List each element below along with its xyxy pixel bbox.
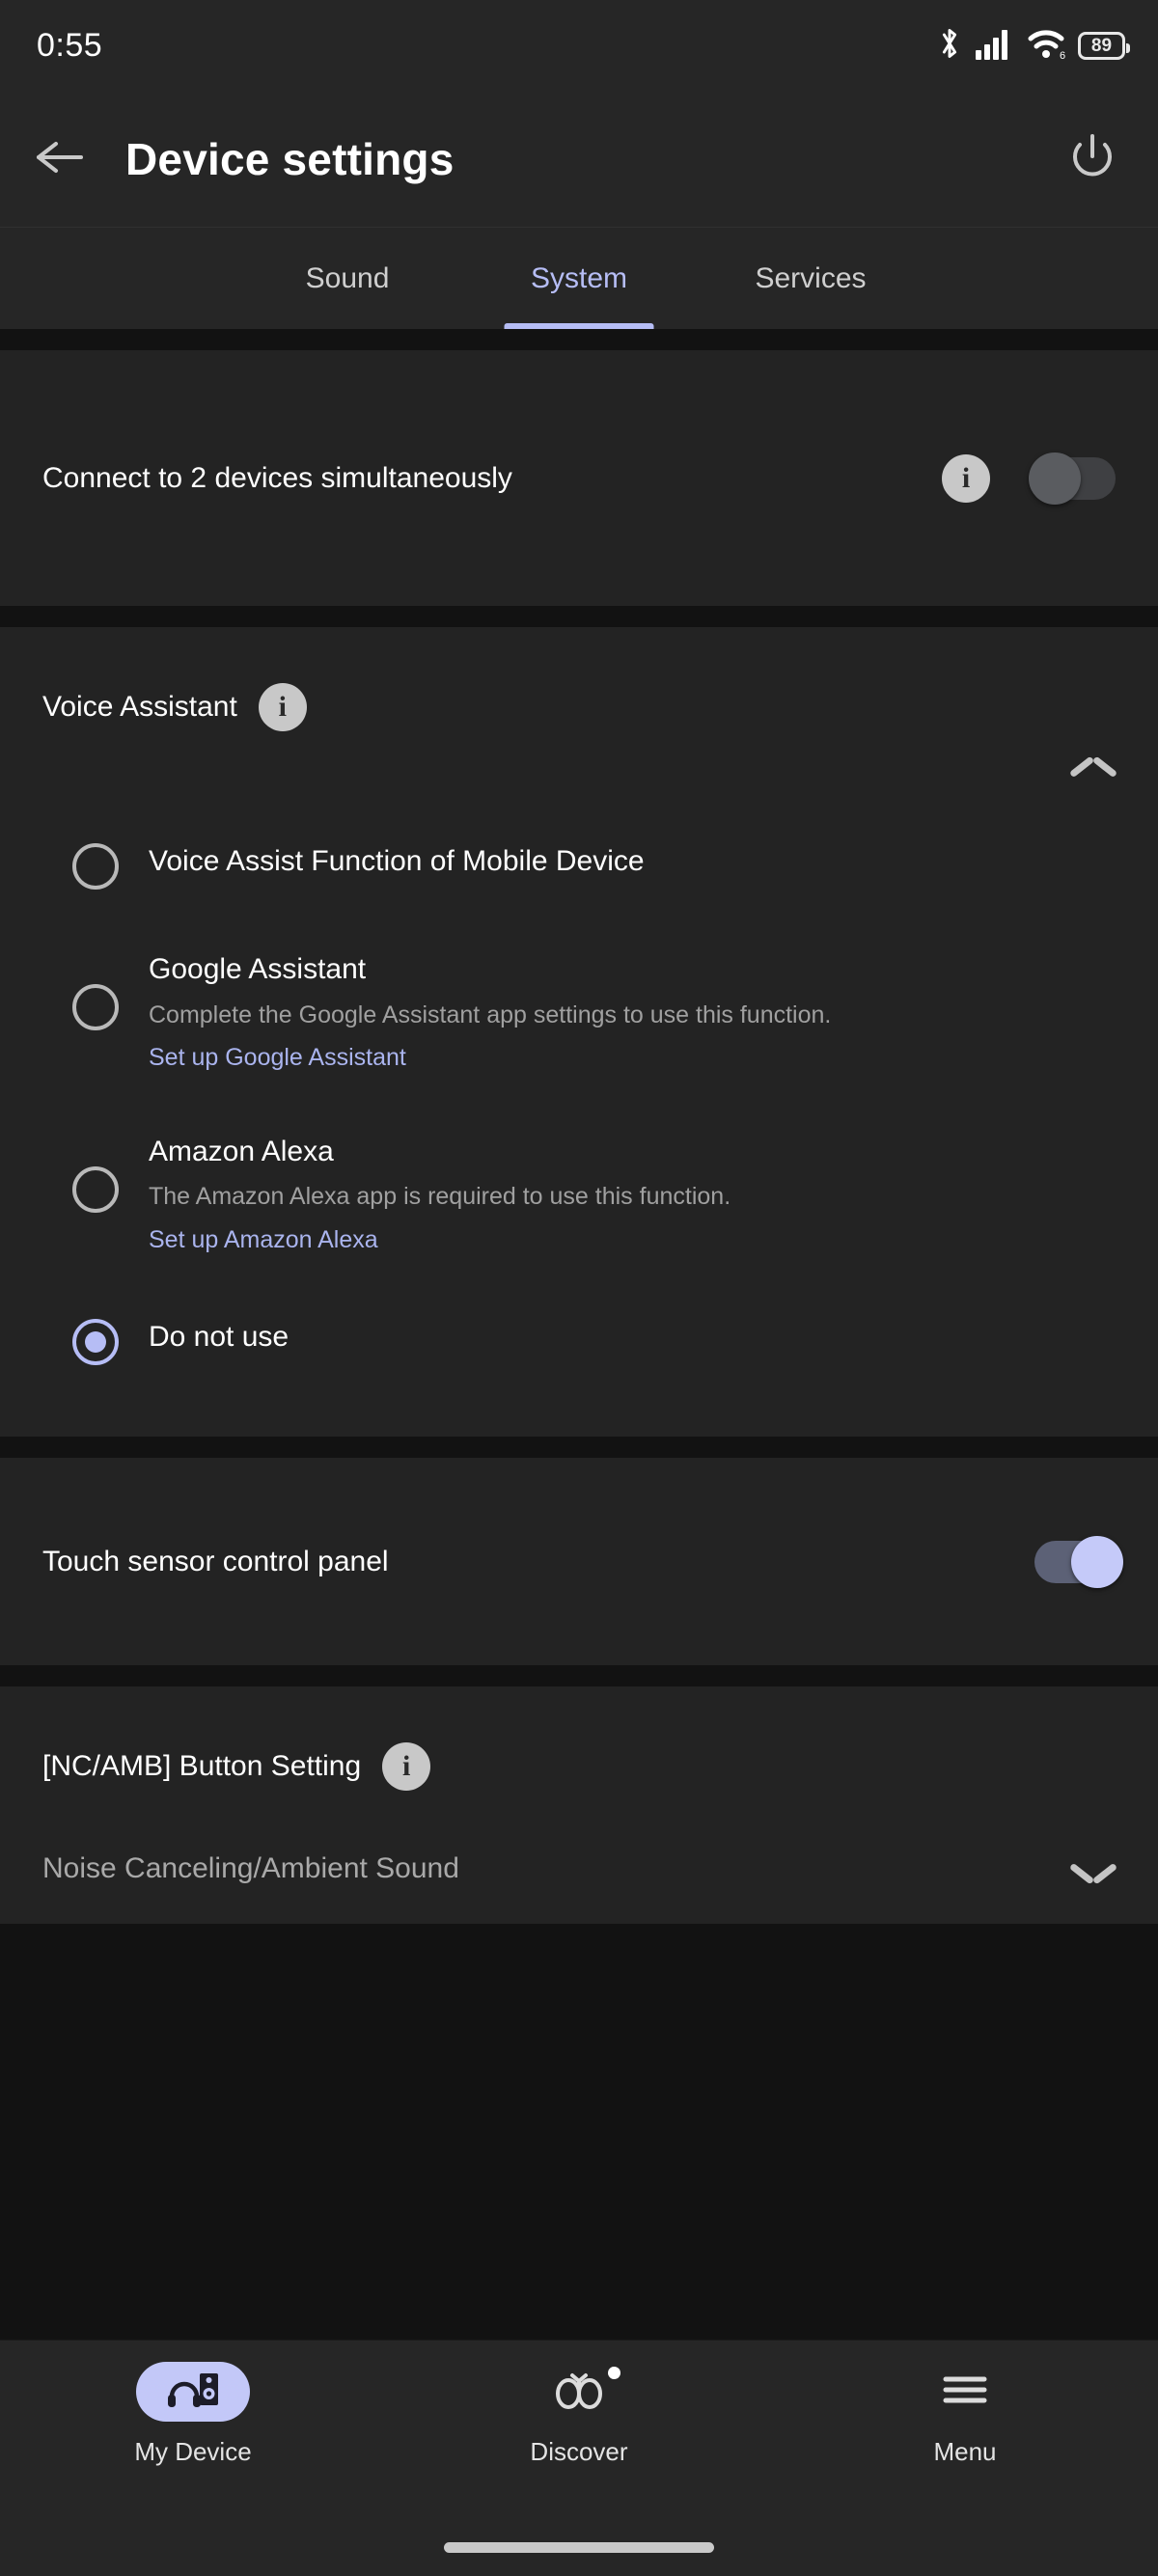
bottom-navigation: My Device Discover Menu [0,2340,1158,2518]
nc-amb-value: Noise Canceling/Ambient Sound [42,1852,459,1884]
radio-option-amazon-alexa[interactable]: Amazon Alexa The Amazon Alexa app is req… [42,1091,1116,1274]
battery-level: 89 [1090,36,1113,56]
nav-item-menu[interactable]: Menu [772,2362,1158,2467]
nc-amb-value-row[interactable]: Noise Canceling/Ambient Sound [42,1791,1116,1924]
nc-amb-card: [NC/AMB] Button Setting i Noise Cancelin… [0,1686,1158,1924]
section-divider [0,1665,1158,1686]
section-divider [0,606,1158,627]
battery-icon: 89 [1078,32,1130,60]
status-bar: 0:55 6 89 [0,0,1158,92]
section-divider [0,1437,1158,1458]
nc-amb-header: [NC/AMB] Button Setting i [42,1686,1116,1791]
nav-pill-active [136,2362,250,2422]
gesture-bar-area [0,2518,1158,2576]
multipoint-toggle[interactable] [1029,452,1116,505]
info-icon[interactable]: i [382,1742,431,1791]
home-gesture-bar[interactable] [444,2541,714,2553]
radio-indicator-wrap [42,1134,149,1213]
setup-amazon-alexa-link[interactable]: Set up Amazon Alexa [149,1224,1116,1256]
chevron-down-icon[interactable] [1071,1856,1116,1881]
setup-google-assistant-link[interactable]: Set up Google Assistant [149,1042,1116,1074]
radio-button[interactable] [72,1319,119,1365]
radio-option-title: Google Assistant [149,953,367,985]
bluetooth-icon [936,26,963,66]
svg-text:6: 6 [1060,50,1065,60]
binoculars-icon [551,2370,607,2415]
notification-badge-dot [608,2366,620,2379]
info-icon[interactable]: i [258,683,307,731]
radio-button[interactable] [72,1165,119,1213]
back-button[interactable] [29,128,91,190]
nav-item-discover[interactable]: Discover [386,2362,772,2467]
radio-option-title: Amazon Alexa [149,1135,334,1167]
radio-option-description: The Amazon Alexa app is required to use … [149,1183,731,1210]
nc-amb-title: [NC/AMB] Button Setting [42,1750,362,1782]
toggle-knob [1071,1535,1123,1588]
section-divider [0,329,1158,350]
radio-option-title: Do not use [149,1321,290,1353]
page-title: Device settings [125,134,455,184]
back-arrow-icon [35,138,85,181]
radio-option-text: Google Assistant Complete the Google Ass… [149,951,1116,1074]
wifi-icon: 6 [1027,27,1065,65]
toggle-knob [1029,452,1081,505]
info-icon[interactable]: i [942,453,990,503]
tab-system[interactable]: System [463,228,695,329]
radio-option-description: Complete the Google Assistant app settin… [149,1000,832,1028]
radio-option-voice-assist-mobile[interactable]: Voice Assist Function of Mobile Device [42,801,1116,907]
nav-pill [908,2362,1022,2422]
touch-sensor-label: Touch sensor control panel [42,1545,389,1577]
power-icon [1066,131,1118,188]
voice-assistant-collapse-button[interactable] [42,731,1116,801]
tab-bar: Sound System Services [0,227,1158,329]
radio-option-text: Amazon Alexa The Amazon Alexa app is req… [149,1134,1116,1256]
status-clock: 0:55 [37,27,103,64]
radio-option-google-assistant[interactable]: Google Assistant Complete the Google Ass… [42,907,1116,1091]
tab-sound[interactable]: Sound [232,228,463,329]
hamburger-menu-icon [940,2371,990,2413]
cellular-signal-icon [976,27,1014,65]
nav-label-discover: Discover [530,2437,628,2466]
radio-option-do-not-use[interactable]: Do not use [42,1273,1116,1383]
radio-indicator-wrap [42,1315,149,1365]
scroll-filler [0,1924,1158,2340]
nav-label-menu: Menu [933,2437,997,2466]
tab-services[interactable]: Services [695,228,926,329]
multipoint-label: Connect to 2 devices simultaneously [42,461,512,494]
radio-option-text: Do not use [149,1315,1116,1356]
headphones-device-icon [165,2370,221,2415]
power-button[interactable] [1062,128,1123,190]
nav-item-my-device[interactable]: My Device [0,2362,386,2467]
multipoint-card: Connect to 2 devices simultaneously i [0,350,1158,606]
radio-indicator-wrap [42,951,149,1030]
app-screen: 0:55 6 89 Device settings Sound System S… [0,0,1158,2576]
voice-assistant-card: Voice Assistant i Voice Assist Function … [0,627,1158,1437]
status-icon-group: 6 89 [936,26,1130,66]
settings-scroll-area[interactable]: Connect to 2 devices simultaneously i Vo… [0,329,1158,2340]
binoculars-icon-wrap [551,2366,620,2415]
radio-indicator-wrap [42,839,149,890]
radio-option-text: Voice Assist Function of Mobile Device [149,839,1116,880]
voice-assistant-header: Voice Assistant i [42,627,1116,731]
app-bar: Device settings [0,92,1158,227]
touch-sensor-card: Touch sensor control panel [0,1458,1158,1665]
nav-label-my-device: My Device [134,2437,252,2466]
touch-sensor-toggle[interactable] [1034,1535,1123,1588]
radio-button[interactable] [72,984,119,1030]
nav-pill [522,2362,636,2422]
radio-button[interactable] [72,843,119,890]
radio-option-title: Voice Assist Function of Mobile Device [149,845,645,877]
chevron-up-icon [1071,766,1116,791]
voice-assistant-title: Voice Assistant [42,691,237,723]
